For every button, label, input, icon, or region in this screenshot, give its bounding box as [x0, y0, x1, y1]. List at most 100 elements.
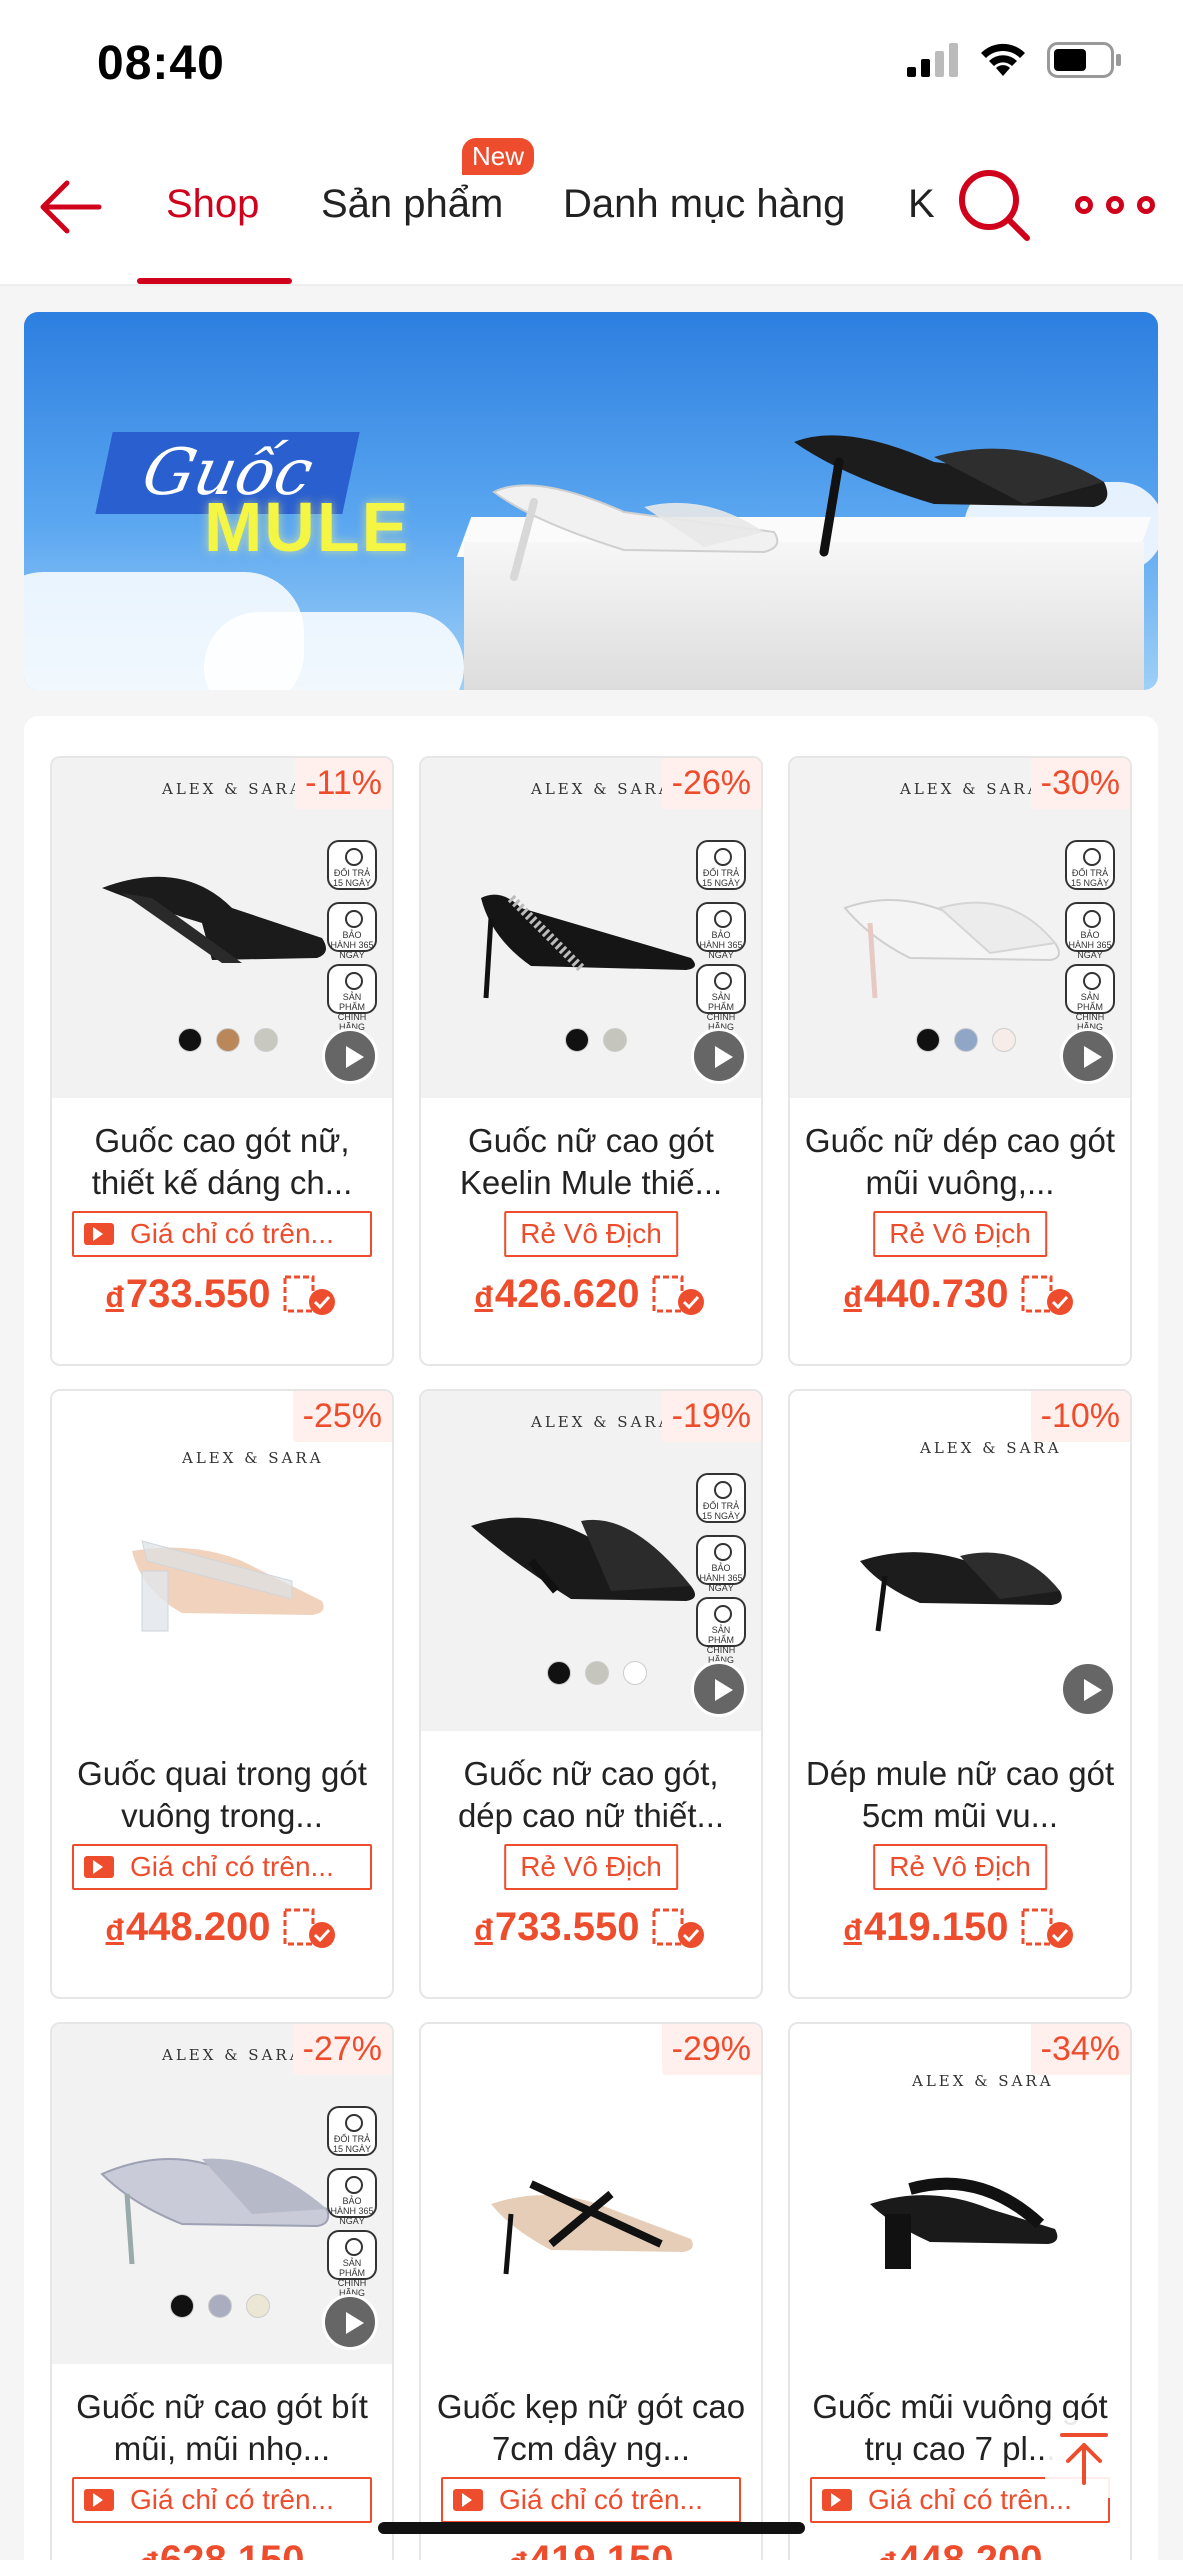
authentic-icon: SẢN PHẨM CHÍNH HÃNG — [327, 964, 377, 1032]
return-policy-icon: ĐỔI TRẢ 15 NGÀY — [327, 840, 377, 890]
color-swatches — [916, 1028, 1016, 1052]
currency-symbol: đ — [105, 1281, 124, 1314]
live-price-label: Giá chỉ có trên... — [72, 2477, 372, 2523]
price-value: 426.620 — [494, 1272, 640, 1316]
product-card[interactable]: -29% Guốc kẹp nữ gót cao 7cm dây ng... G… — [419, 2022, 763, 2560]
tab-products[interactable]: Sản phẩm — [321, 182, 503, 227]
play-icon[interactable] — [691, 1028, 747, 1084]
back-button[interactable] — [36, 172, 106, 242]
product-name[interactable]: Guốc cao gót nữ, thiết kế dáng ch... — [66, 1120, 378, 1204]
tab-shop[interactable]: Shop — [166, 182, 259, 227]
installment-icon — [652, 1275, 705, 1315]
product-card[interactable]: ALEX & SARA ĐỔI TRẢ 15 NGÀY BẢO HÀNH 365… — [419, 1389, 763, 1999]
price-value: 419.150 — [863, 1905, 1009, 1949]
product-image[interactable]: ALEX & SARA ĐỔI TRẢ 15 NGÀY BẢO HÀNH 365… — [421, 758, 761, 1098]
return-policy-icon: ĐỔI TRẢ 15 NGÀY — [696, 1473, 746, 1523]
battery-icon — [1047, 42, 1121, 78]
best-price-label: Rẻ Vô Địch — [504, 1844, 678, 1890]
currency-symbol: đ — [843, 1914, 862, 1947]
price-value: 448.200 — [897, 2538, 1043, 2560]
product-card[interactable]: ALEX & SARA ĐỔI TRẢ 15 NGÀY BẢO HÀNH 365… — [50, 2022, 394, 2560]
product-price: đ733.550 — [52, 1272, 392, 1317]
shoe-image — [102, 876, 326, 963]
color-swatch — [216, 1028, 240, 1052]
product-name[interactable]: Guốc nữ cao gót bít mũi, mũi nhọ... — [66, 2386, 378, 2470]
back-to-top-button[interactable] — [1045, 2420, 1123, 2498]
warranty-icon: BẢO HÀNH 365 NGÀY — [327, 902, 377, 960]
new-badge: New — [462, 138, 535, 175]
color-swatch — [246, 2294, 270, 2318]
more-icon-dot — [1137, 196, 1155, 214]
product-image[interactable]: ALEX & SARA ĐỔI TRẢ 15 NGÀY BẢO HÀNH 365… — [52, 2024, 392, 2364]
promo-banner[interactable]: Guốc MULE — [24, 312, 1158, 690]
color-swatches — [170, 2294, 270, 2318]
black-mule-shoe-image — [794, 435, 1108, 557]
price-value: 419.150 — [528, 2538, 674, 2560]
shoe-image — [132, 1540, 324, 1632]
color-swatch — [565, 1028, 589, 1052]
product-image[interactable]: ALEX & SARA — [790, 1391, 1130, 1731]
play-icon[interactable] — [1060, 1661, 1116, 1717]
color-swatch — [603, 1028, 627, 1052]
product-name[interactable]: Guốc nữ cao gót Keelin Mule thiế... — [435, 1120, 747, 1204]
currency-symbol: đ — [105, 1914, 124, 1947]
search-button[interactable] — [955, 166, 1035, 246]
shoe-image — [860, 1552, 1062, 1632]
product-price: đ419.150 — [421, 2538, 761, 2560]
product-price: đ448.200 — [52, 1905, 392, 1950]
product-image[interactable]: ALEX & SARA ĐỔI TRẢ 15 NGÀY BẢO HÀNH 365… — [790, 758, 1130, 1098]
product-image[interactable] — [421, 2024, 761, 2364]
brand-logo: ALEX & SARA — [900, 780, 1042, 798]
home-indicator[interactable] — [378, 2522, 805, 2534]
currency-symbol: đ — [878, 2547, 896, 2560]
product-price: đ426.620 — [421, 1272, 761, 1317]
best-price-label: Rẻ Vô Địch — [504, 1211, 678, 1257]
product-name[interactable]: Guốc kẹp nữ gót cao 7cm dây ng... — [435, 2386, 747, 2470]
play-icon[interactable] — [322, 2294, 378, 2350]
discount-badge: -10% — [1030, 1391, 1130, 1442]
product-name[interactable]: Dép mule nữ cao gót 5cm mũi vu... — [804, 1753, 1116, 1837]
best-price-label: Rẻ Vô Địch — [873, 1211, 1047, 1257]
product-image[interactable]: ALEX & SARA — [52, 1391, 392, 1731]
product-name[interactable]: Guốc quai trong gót vuông trong... — [66, 1753, 378, 1837]
product-card[interactable]: ALEX & SARA ĐỔI TRẢ 15 NGÀY BẢO HÀNH 365… — [788, 756, 1132, 1366]
discount-badge: -30% — [1030, 758, 1130, 809]
color-swatch — [208, 2294, 232, 2318]
color-swatches — [178, 1028, 278, 1052]
play-icon[interactable] — [691, 1661, 747, 1717]
product-image[interactable]: ALEX & SARA — [790, 2024, 1130, 2364]
video-icon — [453, 2489, 483, 2511]
color-swatch — [178, 1028, 202, 1052]
product-card[interactable]: ALEX & SARA -10% Dép mule nữ cao gót 5cm… — [788, 1389, 1132, 1999]
product-name[interactable]: Guốc nữ cao gót, dép cao nữ thiết... — [435, 1753, 747, 1837]
color-swatch — [623, 1661, 647, 1685]
color-swatch — [916, 1028, 940, 1052]
product-card[interactable]: ALEX & SARA ĐỔI TRẢ 15 NGÀY BẢO HÀNH 365… — [419, 756, 763, 1366]
play-icon[interactable] — [322, 1028, 378, 1084]
status-bar: 08:40 — [0, 0, 1183, 130]
color-swatches — [547, 1661, 647, 1685]
product-price: đ628.150 — [52, 2538, 392, 2560]
product-card[interactable]: ALEX & SARA ĐỔI TRẢ 15 NGÀY BẢO HÀNH 365… — [50, 756, 394, 1366]
video-icon — [822, 2489, 852, 2511]
shoe-image — [100, 2158, 330, 2265]
price-value: 733.550 — [125, 1272, 271, 1316]
product-price: đ448.200 — [790, 2538, 1130, 2560]
product-image[interactable]: ALEX & SARA ĐỔI TRẢ 15 NGÀY BẢO HÀNH 365… — [52, 758, 392, 1098]
product-image[interactable]: ALEX & SARA ĐỔI TRẢ 15 NGÀY BẢO HÀNH 365… — [421, 1391, 761, 1731]
more-button[interactable] — [1075, 180, 1155, 230]
warranty-icon: BẢO HÀNH 365 NGÀY — [696, 902, 746, 960]
warranty-icon: BẢO HÀNH 365 NGÀY — [696, 1535, 746, 1593]
play-icon[interactable] — [1060, 1028, 1116, 1084]
product-card[interactable]: ALEX & SARA -25% Guốc quai trong gót vuô… — [50, 1389, 394, 1999]
status-icons — [907, 42, 1123, 78]
white-mule-shoe-image — [492, 484, 779, 581]
shoe-image — [843, 899, 1060, 999]
color-swatches — [565, 1028, 627, 1052]
tab-categories[interactable]: Danh mục hàng — [563, 182, 845, 227]
price-value: 448.200 — [125, 1905, 271, 1949]
label-text: Giá chỉ có trên... — [130, 1851, 334, 1882]
price-value: 733.550 — [494, 1905, 640, 1949]
product-name[interactable]: Guốc nữ dép cao gót mũi vuông,... — [804, 1120, 1116, 1204]
tab-more-truncated[interactable]: K — [908, 182, 935, 227]
